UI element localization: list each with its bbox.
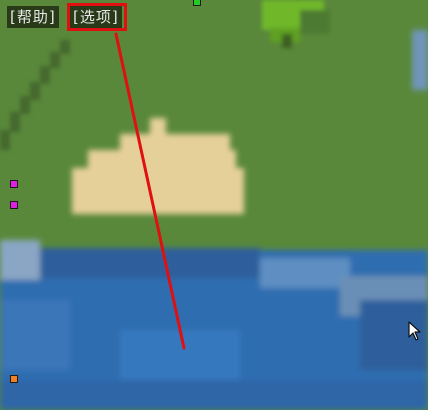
magenta-marker[interactable] [10, 180, 18, 188]
help-button[interactable]: [帮助] [7, 6, 59, 28]
grass-shade [0, 0, 428, 260]
water-edge [412, 30, 428, 90]
options-button[interactable]: [选项] [70, 6, 122, 28]
mouse-cursor-icon [408, 321, 421, 341]
magenta-marker[interactable] [10, 201, 18, 209]
green-marker[interactable] [193, 0, 201, 6]
game-map[interactable] [0, 0, 428, 410]
orange-marker[interactable] [10, 375, 18, 383]
water-body [0, 240, 428, 410]
